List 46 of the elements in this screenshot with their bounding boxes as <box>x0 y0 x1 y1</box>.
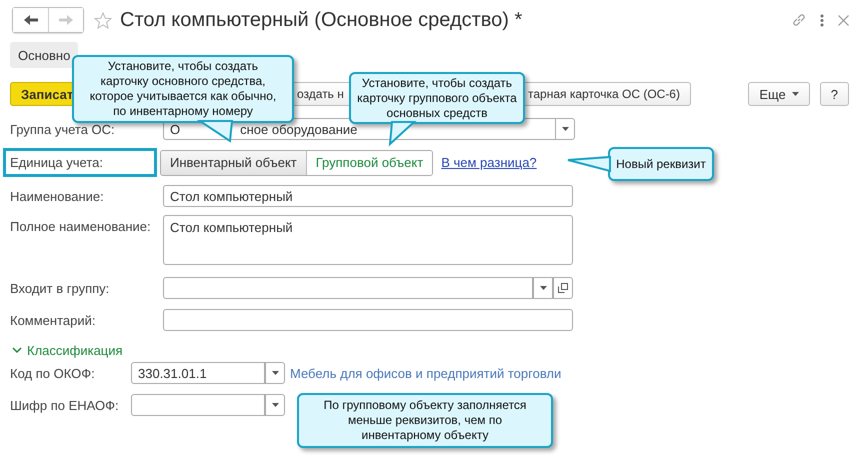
tab[interactable]: Основно <box>10 42 78 68</box>
input-field[interactable] <box>131 394 265 416</box>
arrow-right-icon <box>59 15 73 25</box>
caret-icon <box>540 286 546 290</box>
field-label: Полное наименование: <box>10 219 152 234</box>
caret-icon <box>272 403 278 407</box>
chevron-icon <box>12 347 22 354</box>
more-icon[interactable] <box>820 14 824 26</box>
input-field[interactable] <box>163 277 533 299</box>
squares-icon <box>558 283 568 293</box>
callout-pointer <box>388 121 417 146</box>
field-label: Входит в группу: <box>10 280 110 296</box>
field-label: Код по ОКОФ: <box>10 366 96 380</box>
text-area[interactable]: Стол компьютерный <box>163 215 573 265</box>
star-icon[interactable] <box>94 12 112 28</box>
input-field[interactable] <box>163 309 573 331</box>
field-label: Группа учета ОС: <box>10 122 116 136</box>
back-button[interactable] <box>13 8 48 32</box>
field-label: Комментарий: <box>10 312 96 328</box>
callout-pointer <box>567 156 611 172</box>
link-icon[interactable] <box>792 13 806 27</box>
more-button[interactable]: Еще <box>748 82 810 106</box>
dropdown-button[interactable] <box>555 118 575 140</box>
toggle-option[interactable]: Групповой объект <box>306 150 432 174</box>
window-title: Стол компьютерный (Основное средство) * <box>120 8 524 32</box>
field-label: Единица учета: <box>3 148 157 177</box>
caret-icon <box>272 371 278 375</box>
arrow-left-icon <box>24 15 38 25</box>
help-link[interactable]: В чем разница? <box>441 155 537 170</box>
open-button[interactable] <box>553 277 573 299</box>
input-field[interactable]: Стол компьютерный <box>163 185 573 207</box>
help-button[interactable]: ? <box>820 82 849 106</box>
caret-icon <box>792 92 799 96</box>
dropdown-button[interactable] <box>533 277 553 299</box>
caret-icon <box>562 127 568 131</box>
section-toggle[interactable]: Классификация <box>12 343 123 358</box>
dropdown-button[interactable] <box>265 362 285 384</box>
callout-pointer <box>196 120 234 143</box>
close-icon[interactable] <box>838 14 849 26</box>
dropdown-button[interactable] <box>265 394 285 416</box>
field-label: Наименование: <box>10 188 105 204</box>
toggle-option[interactable]: Инвентарный объект <box>161 150 306 174</box>
callout-tooltip: По групповому объекту заполняется меньше реквизитов, чем по инвентарному объекту <box>297 393 553 448</box>
input-field[interactable]: 330.31.01.1 <box>131 362 265 384</box>
field-label: Шифр по ЕНАОФ: <box>10 398 120 412</box>
code-description: Мебель для офисов и предприятий торговли <box>290 366 562 380</box>
